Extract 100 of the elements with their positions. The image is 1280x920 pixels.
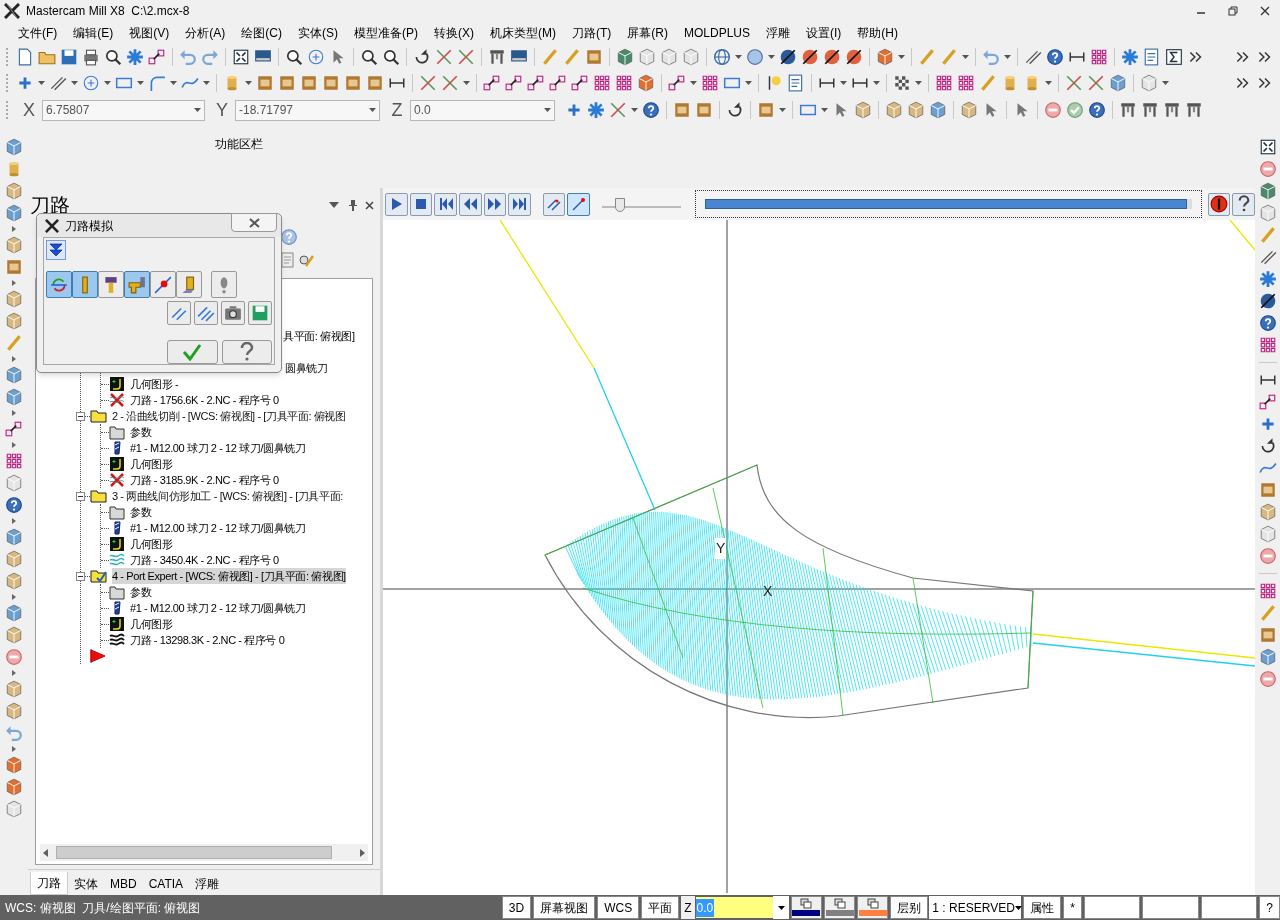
rotate-icon[interactable]: [726, 101, 744, 119]
gear-icon[interactable]: [1121, 48, 1139, 66]
move-icon[interactable]: [5, 420, 23, 438]
gear-icon[interactable]: [1258, 270, 1277, 288]
crossed-lines-icon[interactable]: [419, 74, 437, 92]
zoom-icon[interactable]: [382, 48, 400, 66]
tile-icon[interactable]: [757, 101, 775, 119]
layer-icon[interactable]: [833, 898, 846, 909]
gear-icon[interactable]: [126, 48, 144, 66]
move-icon[interactable]: [571, 74, 589, 92]
caret-icon[interactable]: [71, 81, 78, 85]
cube-icon[interactable]: [5, 204, 23, 222]
zoom-icon[interactable]: [285, 48, 303, 66]
move-icon[interactable]: [505, 74, 523, 92]
no-entry-icon[interactable]: [1258, 547, 1277, 565]
crossed-lines-icon[interactable]: [457, 48, 475, 66]
help-button[interactable]: [1232, 192, 1255, 216]
help-icon[interactable]: [1046, 48, 1064, 66]
cube-icon[interactable]: [1258, 503, 1277, 521]
operation-label[interactable]: 3 - 两曲线间仿形加工 - [WCS: 俯视图] - [刀具平面:: [112, 487, 343, 505]
printer-icon[interactable]: [82, 48, 100, 66]
globe-icon[interactable]: [713, 48, 731, 66]
zoom-icon[interactable]: [104, 48, 122, 66]
machine-icon[interactable]: [488, 48, 506, 66]
tree-item[interactable]: 参数: [130, 423, 152, 441]
coordinate-field[interactable]: -18.71797: [235, 99, 380, 121]
caret-icon[interactable]: [1014, 905, 1022, 910]
rotate-icon[interactable]: [413, 48, 431, 66]
machine-icon[interactable]: [1141, 101, 1159, 119]
menu-item[interactable]: 文件(F): [10, 24, 66, 42]
move-icon[interactable]: [148, 48, 166, 66]
tree-item[interactable]: 刀路 - 3450.4K - 2.NC - 程序号 0: [130, 551, 279, 569]
help-icon[interactable]: [1237, 195, 1250, 213]
caret-icon[interactable]: [104, 81, 111, 85]
status-button[interactable]: WCS: [597, 896, 640, 919]
caret-icon[interactable]: [544, 108, 551, 112]
expand-arrow-icon[interactable]: [12, 746, 16, 752]
status-button[interactable]: [1200, 896, 1258, 919]
tree-item[interactable]: 参数: [130, 503, 152, 521]
crossed-lines-icon[interactable]: [1065, 74, 1083, 92]
tile-icon[interactable]: [300, 74, 318, 92]
caret-icon[interactable]: [915, 81, 922, 85]
caret-icon[interactable]: [463, 81, 470, 85]
no-entry-icon[interactable]: [1258, 670, 1277, 688]
expand-arrow-icon[interactable]: [12, 670, 16, 676]
operation-label[interactable]: 2 - 沿曲线切削 - [WCS: 俯视图] - [刀具平面: 俯视图: [112, 407, 346, 425]
grid-icon[interactable]: [5, 452, 23, 470]
menu-item[interactable]: 帮助(H): [849, 24, 907, 42]
restore-icon[interactable]: [1228, 6, 1238, 16]
tree-item[interactable]: #1 - M12.00 球刀 2 - 12 球刀/圆鼻铣刀: [130, 519, 306, 537]
cube-icon[interactable]: [5, 388, 23, 406]
fit-screen-icon[interactable]: [1258, 138, 1277, 156]
cube-icon[interactable]: [907, 101, 925, 119]
tree-item[interactable]: 几何图形: [130, 535, 173, 553]
caret-icon[interactable]: [1004, 55, 1011, 59]
no-entry-icon[interactable]: [5, 648, 23, 666]
expand-arrow-icon[interactable]: [12, 280, 16, 286]
menu-item[interactable]: 设置(I): [798, 24, 850, 42]
expand-arrow-icon[interactable]: [12, 356, 16, 362]
horizontal-scrollbar[interactable]: [40, 844, 368, 861]
cube-icon[interactable]: [660, 48, 678, 66]
cube-icon[interactable]: [5, 528, 23, 546]
tile-icon[interactable]: [585, 48, 603, 66]
panel-tab[interactable]: CATIA: [142, 872, 190, 895]
move-icon[interactable]: [668, 74, 686, 92]
caret-icon[interactable]: [735, 55, 742, 59]
help-icon[interactable]: [239, 342, 254, 362]
caret-icon[interactable]: [840, 81, 847, 85]
page-icon[interactable]: [16, 48, 34, 66]
close-icon[interactable]: [1260, 6, 1270, 16]
menu-item[interactable]: 刀路(T): [564, 24, 620, 42]
no-entry-icon[interactable]: [1044, 101, 1062, 119]
panel-tab[interactable]: 刀路: [30, 872, 68, 895]
menu-item[interactable]: 视图(V): [121, 24, 178, 42]
save-icon[interactable]: [60, 48, 78, 66]
machine-icon[interactable]: [1163, 101, 1181, 119]
move-icon[interactable]: [527, 74, 545, 92]
menu-item[interactable]: 分析(A): [177, 24, 234, 42]
cube-icon[interactable]: [5, 572, 23, 590]
move-icon[interactable]: [483, 74, 501, 92]
line-icon[interactable]: [1258, 248, 1277, 266]
layer-icon[interactable]: [800, 898, 813, 909]
caret-icon[interactable]: [690, 81, 697, 85]
report-icon[interactable]: [787, 74, 805, 92]
grid-icon[interactable]: [615, 74, 633, 92]
tile-icon[interactable]: [256, 74, 274, 92]
check-circle-icon[interactable]: [1066, 101, 1084, 119]
grid-icon[interactable]: [957, 74, 975, 92]
caret-icon[interactable]: [170, 81, 177, 85]
sphere-icon[interactable]: [823, 48, 841, 66]
tree-item[interactable]: 几何图形 -: [130, 375, 179, 393]
sphere-icon[interactable]: [1258, 292, 1277, 310]
tile-icon[interactable]: [695, 101, 713, 119]
tile-icon[interactable]: [673, 101, 691, 119]
expand-arrow-icon[interactable]: [12, 594, 16, 600]
machine-icon[interactable]: [1185, 101, 1203, 119]
caret-icon[interactable]: [768, 55, 775, 59]
grid-icon[interactable]: [1258, 582, 1277, 600]
status-button[interactable]: 层别: [890, 896, 929, 919]
collapse-icon[interactable]: [76, 411, 85, 421]
